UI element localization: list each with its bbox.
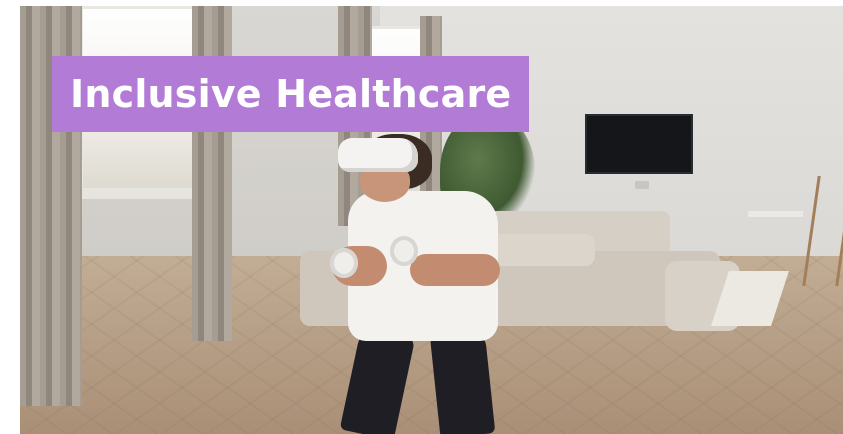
- left-leg: [339, 326, 416, 434]
- vr-controller-right: [390, 236, 418, 266]
- wall-tv: [585, 114, 693, 174]
- woman-wearing-vr-headset: [320, 126, 520, 434]
- right-leg: [429, 328, 496, 434]
- side-table: [748, 211, 803, 267]
- vr-controller-left: [330, 248, 358, 278]
- title-text: Inclusive Healthcare: [70, 72, 512, 116]
- wall-outlet: [635, 181, 649, 189]
- title-banner: Inclusive Healthcare: [52, 56, 530, 132]
- vr-headset: [338, 138, 418, 172]
- right-arm: [410, 254, 500, 286]
- window-sill: [75, 189, 200, 199]
